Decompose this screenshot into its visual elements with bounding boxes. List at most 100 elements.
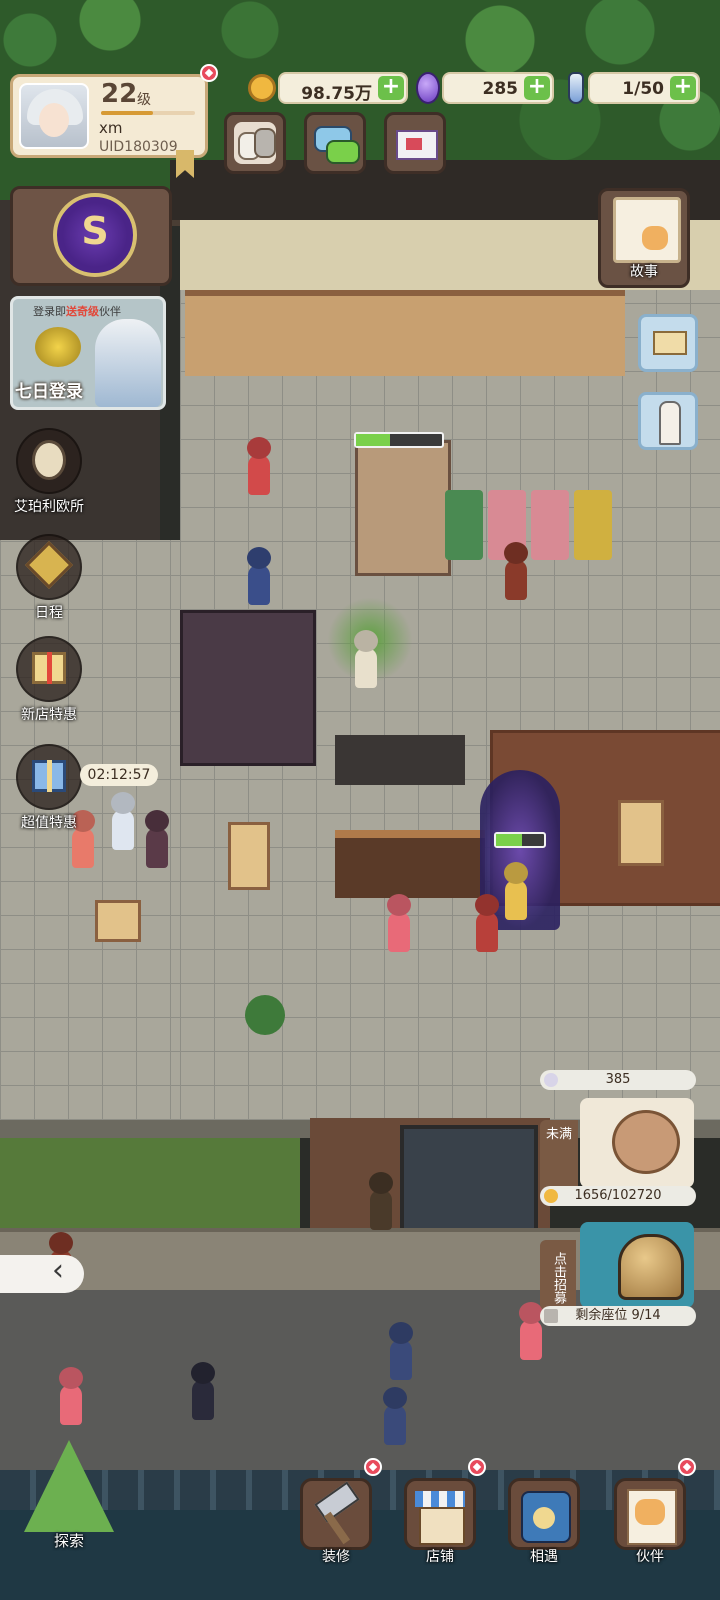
table-chair-icon: [653, 331, 687, 355]
avatar-face: [39, 103, 69, 137]
npc-bakery-girl[interactable]: [505, 560, 527, 600]
offer-countdown-timer: 02:12:57: [80, 764, 158, 786]
side-menu-value-deal[interactable]: 超值特惠: [14, 744, 84, 832]
mail-button[interactable]: [384, 112, 446, 174]
seat-icon: [544, 1309, 558, 1323]
nav-encounter[interactable]: 相遇: [504, 1478, 584, 1566]
side-table: [618, 800, 664, 866]
level-progress-bar: [101, 111, 195, 115]
npc-customer[interactable]: [476, 912, 498, 952]
side-menu-new-shop-deal[interactable]: 新店特惠: [14, 636, 84, 724]
gold-resource[interactable]: 98.75万 +: [278, 72, 408, 104]
kitchen-counter: [185, 290, 625, 376]
nav-label: 店铺: [426, 1549, 454, 1565]
nav-label: 伙伴: [636, 1549, 664, 1565]
chat-bubble-icon: [314, 122, 360, 164]
gem-resource[interactable]: 285 +: [442, 72, 554, 104]
owl-detective-icon: [16, 428, 82, 494]
yellow-flower-icon: [35, 327, 81, 367]
chat-button[interactable]: [304, 112, 366, 174]
npc-white-idol[interactable]: [112, 810, 134, 850]
side-menu-office[interactable]: 艾珀利欧所: [14, 428, 84, 516]
refrigerator[interactable]: [355, 440, 451, 576]
gothic-bookcase: [180, 610, 316, 766]
npc-customer[interactable]: [146, 828, 168, 868]
npc-owl-detective[interactable]: [370, 1190, 392, 1230]
npc-goggles-worker[interactable]: [248, 565, 270, 605]
npc-white-owl[interactable]: [355, 648, 377, 688]
nav-shop[interactable]: 店铺: [400, 1478, 480, 1566]
recruit-bell-panel[interactable]: [580, 1222, 694, 1308]
player-level: 22: [101, 79, 138, 109]
lamp-item-button[interactable]: [638, 392, 698, 450]
npc-pedestrian: [384, 1405, 406, 1445]
login-event-subtitle: 登录即送奇级伙伴: [33, 305, 121, 318]
service-bell-icon: [618, 1234, 684, 1300]
login-event-title: 七日登录: [15, 382, 83, 402]
piggy-bank-icon: [612, 1110, 680, 1174]
avatar[interactable]: [19, 83, 89, 149]
fridge-progress-bar: [354, 432, 444, 448]
remaining-seats-pill: 剩余座位 9/14: [540, 1306, 696, 1326]
gem-small-icon: [544, 1073, 558, 1087]
level-progress-fill: [101, 111, 153, 115]
piggy-progress-pill: 1656/102720: [540, 1186, 696, 1206]
story-label: 故事: [630, 264, 658, 280]
piggy-bank-panel[interactable]: [580, 1098, 694, 1188]
shop-notification-dot: [468, 1458, 486, 1476]
add-stamina-button[interactable]: +: [670, 76, 696, 100]
explore-button[interactable]: 探索: [4, 1418, 134, 1552]
npc-pedestrian: [390, 1340, 412, 1380]
side-menu-label: 超值特惠: [21, 815, 77, 831]
dining-set-button[interactable]: [638, 314, 698, 372]
seven-day-login-event[interactable]: 登录即送奇级伙伴 七日登录: [10, 296, 166, 410]
nav-partners[interactable]: 伙伴: [610, 1478, 690, 1566]
gold-coin-icon: [246, 70, 278, 106]
npc-customer[interactable]: [72, 828, 94, 868]
side-menu-label: 新店特惠: [21, 707, 77, 723]
stamina-amount: 1/50: [622, 79, 664, 99]
player-name: xm: [99, 119, 123, 137]
add-gem-button[interactable]: +: [524, 76, 550, 100]
rank-emblem-panel[interactable]: S: [10, 186, 172, 286]
cat-card-icon: [614, 1478, 686, 1550]
hammer-icon: [300, 1478, 372, 1550]
mail-icon: [394, 122, 438, 164]
schedule-emblem-icon: [16, 534, 82, 600]
recruit-button[interactable]: 点击招募: [540, 1240, 576, 1310]
lamp-icon: [659, 401, 681, 445]
partner-character-art: [95, 319, 161, 407]
collapse-button[interactable]: ‹: [0, 1253, 84, 1293]
dining-table: [95, 900, 141, 942]
stamina-resource[interactable]: 1/50 +: [588, 72, 700, 104]
add-gold-button[interactable]: +: [378, 76, 404, 100]
grass-patch: [0, 1138, 300, 1228]
telephone-icon: [508, 1478, 580, 1550]
chevron-left-icon: ‹: [52, 1253, 64, 1288]
npc-pedestrian: [192, 1380, 214, 1420]
npc-chef[interactable]: [248, 455, 270, 495]
story-button[interactable]: 故事: [598, 188, 690, 288]
bar-counter: [335, 830, 485, 898]
cat-friends-icon: [234, 122, 276, 164]
gem-amount: 285: [482, 79, 519, 99]
side-menu-schedule[interactable]: 日程: [14, 534, 84, 622]
npc-pedestrian: [520, 1320, 542, 1360]
story-book-icon: [613, 197, 681, 263]
nav-label: 装修: [322, 1549, 350, 1565]
rank-emblem-icon: S: [53, 193, 137, 277]
blue-gift-box-icon: [16, 744, 82, 810]
cat-friends-button[interactable]: [224, 112, 286, 174]
partners-notification-dot: [678, 1458, 696, 1476]
coin-small-icon: [544, 1189, 558, 1203]
side-menu-label: 日程: [35, 605, 63, 621]
explore-label: 探索: [53, 1532, 84, 1550]
npc-customer[interactable]: [388, 912, 410, 952]
portal-progress-bar: [494, 832, 546, 848]
gift-box-icon: [16, 636, 82, 702]
player-profile-card[interactable]: 22 级 xm UID180309: [10, 74, 208, 158]
player-level-unit: 级: [137, 92, 151, 108]
coffee-station: [335, 735, 465, 785]
nav-decorate[interactable]: 装修: [296, 1478, 376, 1566]
npc-golden-mage[interactable]: [505, 880, 527, 920]
